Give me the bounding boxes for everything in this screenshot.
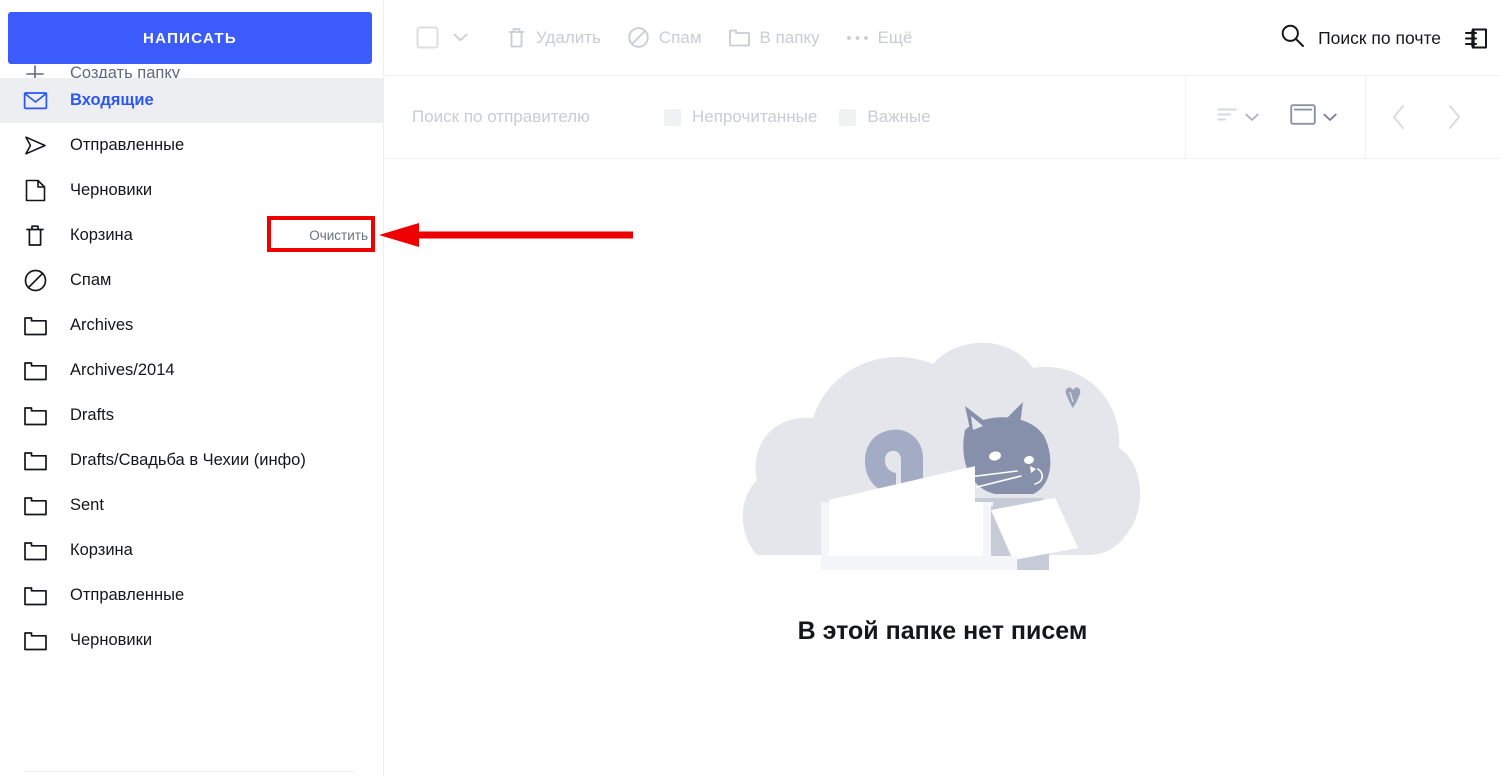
filter-important[interactable]: Важные [839,107,931,127]
chevron-down-icon [1323,113,1337,122]
next-page-button[interactable] [1445,103,1463,131]
draft-page-icon [22,178,48,204]
sidebar: Написать Входящие Отправленные Черновики Ко… [0,0,384,776]
sidebar-folder-item[interactable]: Archives [0,303,383,348]
folder-label: Отправленные [70,136,185,155]
empty-box-cat-illustration [733,330,1153,575]
folder-label: Drafts [70,406,115,425]
sidebar-folder-item[interactable]: Спам [0,258,383,303]
trash-icon [22,223,48,249]
panel-toggle-icon[interactable] [1463,25,1490,52]
folder-icon [22,538,48,564]
empty-state: В этой папке нет писем [385,160,1500,646]
folder-icon [22,313,48,339]
filter-bar: Непрочитанные Важные [385,76,1500,159]
sidebar-folder-item[interactable]: Drafts [0,393,383,438]
folder-label: Drafts/Свадьба в Чехии (инфо) [70,451,306,470]
folder-icon [22,493,48,519]
folder-label: Archives/2014 [70,361,175,380]
folder-icon [22,448,48,474]
mail-client-window: Написать Входящие Отправленные Черновики Ко… [0,0,1500,776]
sidebar-folder-item[interactable]: Sent [0,483,383,528]
folder-icon [22,628,48,654]
ellipsis-icon [846,34,869,42]
chevron-down-icon [1245,113,1259,122]
sidebar-folder-item[interactable]: Drafts/Свадьба в Чехии (инфо) [0,438,383,483]
search-icon [1280,23,1305,53]
folder-list: Входящие Отправленные Черновики Корзина Очис… [0,78,383,663]
spam-label: Спам [658,27,702,47]
layout-dropdown[interactable] [1290,104,1337,130]
folder-label: Входящие [70,91,154,110]
main-panel: Удалить Спам В папку Ещё Поиск по почте … [385,0,1500,776]
empty-state-message: В этой папке нет писем [797,617,1088,645]
more-label: Ещё [877,27,913,47]
search-mail-label: Поиск по почте [1318,27,1441,48]
move-to-folder-button[interactable]: В папку [720,18,828,58]
sidebar-folder-item[interactable]: Отправленные [0,123,383,168]
move-label: В папку [759,27,820,47]
sidebar-divider [24,771,354,772]
folder-label: Корзина [70,226,133,245]
folder-icon [728,27,751,48]
sidebar-folder-item[interactable]: Входящие [0,78,383,123]
message-toolbar: Удалить Спам В папку Ещё Поиск по почте [385,0,1500,76]
folder-label: Черновики [70,181,153,200]
folder-label: Корзина [70,541,133,560]
sender-search-input[interactable] [412,107,642,127]
checkbox-icon [416,26,439,49]
folder-icon [22,403,48,429]
spam-icon [627,26,650,49]
spam-icon [22,268,48,294]
select-all-dropdown[interactable] [408,18,476,58]
important-checkbox[interactable] [839,108,857,126]
folder-label: Отправленные [70,586,185,605]
important-label: Важные [867,107,931,126]
sidebar-folder-item[interactable]: Черновики [0,618,383,663]
paper-plane-icon [22,133,48,159]
chevron-down-icon [453,33,468,42]
trash-icon [506,26,527,49]
previous-page-button[interactable] [1390,103,1408,131]
more-button[interactable]: Ещё [838,18,921,58]
sidebar-folder-item[interactable]: Archives/2014 [0,348,383,393]
sidebar-folder-item[interactable]: Отправленные [0,573,383,618]
unread-label: Непрочитанные [692,107,818,126]
delete-button[interactable]: Удалить [498,18,609,58]
folder-label: Sent [70,496,104,515]
sidebar-folder-item[interactable]: Корзина [0,528,383,573]
envelope-icon [22,88,48,114]
sort-icon [1217,107,1238,127]
sidebar-folder-item[interactable]: Корзина Очистить [0,213,383,258]
folder-icon [22,358,48,384]
compose-button[interactable]: Написать [8,12,372,64]
delete-label: Удалить [536,27,601,47]
layout-icon [1290,104,1316,130]
unread-checkbox[interactable] [664,108,681,126]
filter-divider [1365,76,1366,159]
folder-label: Спам [70,271,112,290]
folder-label: Archives [70,316,134,335]
toolbar-right-group: Поиск по почте [1280,0,1500,76]
filter-divider [1185,76,1186,159]
filter-unread[interactable]: Непрочитанные [664,107,817,127]
sidebar-folder-item[interactable]: Черновики [0,168,383,213]
sort-dropdown[interactable] [1217,107,1259,127]
search-mail-button[interactable]: Поиск по почте [1280,23,1441,53]
empty-trash-button[interactable]: Очистить [303,225,374,246]
folder-label: Черновики [70,631,153,650]
spam-button[interactable]: Спам [619,18,710,58]
folder-icon [22,583,48,609]
